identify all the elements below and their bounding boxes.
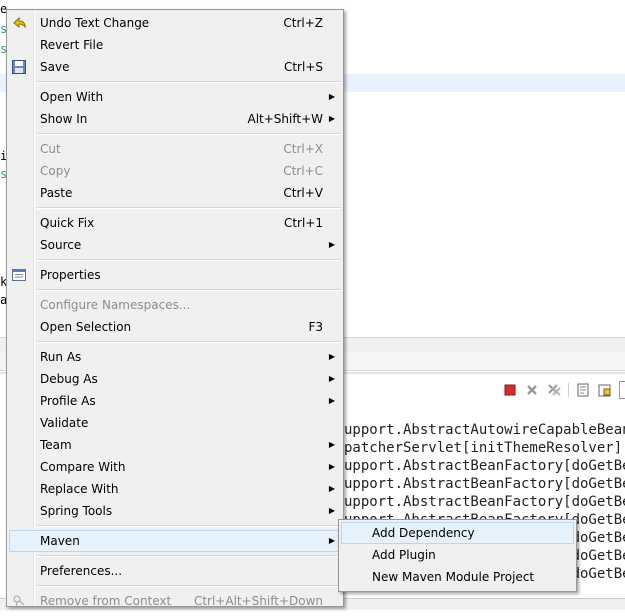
- menu-item-label: Run As: [40, 350, 82, 364]
- menu-item-run-as[interactable]: Run As ▶: [7, 346, 343, 368]
- menu-separator: [7, 552, 343, 560]
- properties-icon: [11, 267, 27, 283]
- menu-item-label: Quick Fix: [40, 216, 95, 230]
- menu-item-shortcut: Ctrl+Z: [283, 16, 323, 30]
- menu-item-debug-as[interactable]: Debug As ▶: [7, 368, 343, 390]
- menu-item-preferences[interactable]: Preferences...: [7, 560, 343, 582]
- menu-separator: [7, 130, 343, 138]
- menu-item-save[interactable]: Save Ctrl+S: [7, 56, 343, 78]
- console-line: upport.AbstractAutowireCapableBeanFa: [344, 422, 625, 438]
- menu-item-team[interactable]: Team ▶: [7, 434, 343, 456]
- console-line: upport.AbstractBeanFactory[doGetBean: [344, 494, 625, 510]
- menu-item-label: Add Dependency: [372, 526, 475, 540]
- remove-all-icon[interactable]: [546, 382, 562, 398]
- remove-context-icon: [11, 593, 27, 609]
- clear-console-icon[interactable]: [575, 382, 591, 398]
- menu-item-maven[interactable]: Maven ▶: [9, 530, 341, 552]
- submenu-arrow-icon: ▶: [328, 484, 335, 493]
- menu-item-open-with[interactable]: Open With ▶: [7, 86, 343, 108]
- submenu-arrow-icon: ▶: [328, 240, 335, 249]
- menu-item-compare-with[interactable]: Compare With ▶: [7, 456, 343, 478]
- menu-item-label: Compare With: [40, 460, 126, 474]
- menu-item-label: Paste: [40, 186, 73, 200]
- menu-item-label: Show In: [40, 112, 88, 126]
- menu-item-label: Validate: [40, 416, 89, 430]
- menu-item-label: Add Plugin: [372, 548, 436, 562]
- menu-item-label: Source: [40, 238, 82, 252]
- submenu-arrow-icon: ▶: [328, 374, 335, 383]
- menu-item-label: Configure Namespaces...: [40, 298, 191, 312]
- menu-separator: [7, 78, 343, 86]
- menu-item-label: Team: [40, 438, 72, 452]
- menu-item-label: Copy: [40, 164, 71, 178]
- menu-separator: [7, 582, 343, 590]
- menu-item-label: Undo Text Change: [40, 16, 150, 30]
- context-menu: Undo Text Change Ctrl+Z Revert File Save Ctr…: [6, 9, 344, 609]
- submenu-arrow-icon: ▶: [328, 114, 335, 123]
- submenu-arrow-icon: ▶: [328, 506, 335, 515]
- maven-submenu: Add Dependency Add Plugin New Maven Module…: [338, 519, 577, 592]
- menu-item-shortcut: Ctrl+X: [283, 142, 323, 156]
- menu-item-profile-as[interactable]: Profile As ▶: [7, 390, 343, 412]
- submenu-item-add-dependency[interactable]: Add Dependency: [341, 522, 574, 544]
- terminate-icon[interactable]: [502, 382, 518, 398]
- submenu-arrow-icon: ▶: [328, 92, 335, 101]
- menu-item-label: Maven: [40, 534, 80, 548]
- menu-item-copy: Copy Ctrl+C: [7, 160, 343, 182]
- menu-item-label: Cut: [40, 142, 61, 156]
- menu-separator: [7, 338, 343, 346]
- menu-separator: [7, 256, 343, 264]
- submenu-arrow-icon: ▶: [328, 440, 335, 449]
- menu-item-validate[interactable]: Validate: [7, 412, 343, 434]
- menu-item-undo-text-change[interactable]: Undo Text Change Ctrl+Z: [7, 12, 343, 34]
- menu-item-cut: Cut Ctrl+X: [7, 138, 343, 160]
- menu-item-label: Properties: [40, 268, 101, 282]
- menu-item-label: Open With: [40, 90, 104, 104]
- menu-item-open-selection[interactable]: Open Selection F3: [7, 316, 343, 338]
- menu-separator: [7, 286, 343, 294]
- menu-item-shortcut: F3: [308, 320, 323, 334]
- menu-item-revert-file[interactable]: Revert File: [7, 34, 343, 56]
- pin-console-icon[interactable]: [619, 381, 625, 399]
- menu-item-shortcut: Ctrl+C: [283, 164, 323, 178]
- remove-launch-icon[interactable]: [524, 382, 540, 398]
- submenu-arrow-icon: ▶: [328, 462, 335, 471]
- submenu-arrow-icon: ▶: [328, 536, 335, 545]
- save-icon: [11, 59, 27, 75]
- toolbar-separator: [568, 383, 569, 397]
- menu-item-label: New Maven Module Project: [372, 570, 535, 584]
- console-line: upport.AbstractBeanFactory[doGetBean: [344, 476, 625, 492]
- submenu-arrow-icon: ▶: [328, 352, 335, 361]
- menu-item-replace-with[interactable]: Replace With ▶: [7, 478, 343, 500]
- menu-separator: [7, 522, 343, 530]
- menu-item-source[interactable]: Source ▶: [7, 234, 343, 256]
- menu-item-shortcut: Ctrl+V: [283, 186, 323, 200]
- menu-item-properties[interactable]: Properties: [7, 264, 343, 286]
- menu-item-quick-fix[interactable]: Quick Fix Ctrl+1: [7, 212, 343, 234]
- menu-item-label: Profile As: [40, 394, 96, 408]
- menu-item-label: Preferences...: [40, 564, 123, 578]
- scroll-lock-icon[interactable]: [597, 382, 613, 398]
- submenu-item-new-maven-module-project[interactable]: New Maven Module Project: [339, 566, 576, 588]
- menu-item-label: Spring Tools: [40, 504, 113, 518]
- menu-item-label: Open Selection: [40, 320, 132, 334]
- menu-item-shortcut: Ctrl+S: [283, 60, 323, 74]
- undo-icon: [11, 15, 27, 31]
- menu-item-label: Revert File: [40, 38, 104, 52]
- menu-item-configure-namespaces: Configure Namespaces...: [7, 294, 343, 316]
- menu-separator: [7, 204, 343, 212]
- menu-item-label: Replace With: [40, 482, 119, 496]
- submenu-arrow-icon: ▶: [328, 396, 335, 405]
- menu-item-shortcut: Ctrl+1: [283, 216, 323, 230]
- menu-item-label: Save: [40, 60, 70, 74]
- menu-item-paste[interactable]: Paste Ctrl+V: [7, 182, 343, 204]
- console-toolbar: [502, 380, 625, 400]
- menu-item-label: Debug As: [40, 372, 98, 386]
- console-line: patcherServlet[initThemeResolver]:50: [344, 440, 625, 456]
- menu-item-show-in[interactable]: Show In Alt+Shift+W ▶: [7, 108, 343, 130]
- submenu-item-add-plugin[interactable]: Add Plugin: [339, 544, 576, 566]
- console-line: upport.AbstractBeanFactory[doGetBean: [344, 458, 625, 474]
- menu-item-shortcut: Alt+Shift+W: [247, 112, 324, 126]
- menu-item-spring-tools[interactable]: Spring Tools ▶: [7, 500, 343, 522]
